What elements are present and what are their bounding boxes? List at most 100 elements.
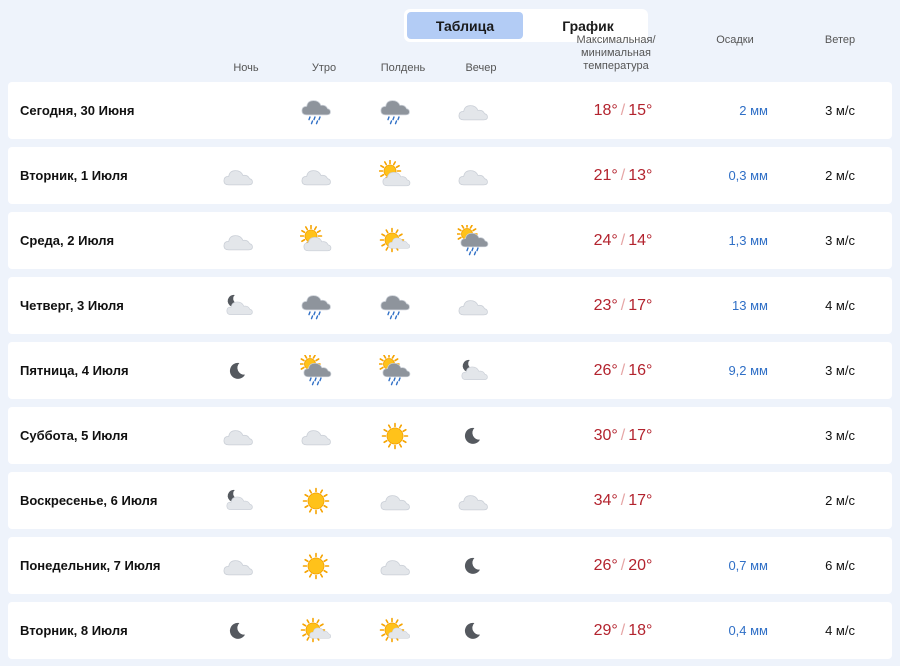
forecast-row: Вторник, 8 Июля 29°/18° 0,4 мм 4 м/с (8, 602, 892, 659)
sun-icon (300, 485, 332, 517)
temp-min: 15° (628, 101, 653, 119)
row-precipitation: 1,3 мм (728, 233, 768, 248)
row-date: Понедельник, 7 Июля (20, 558, 161, 573)
header-wind: Ветер (824, 34, 856, 46)
sun-cloud-rain-icon (299, 353, 332, 387)
forecast-row: Понедельник, 7 Июля 26°/20° 0,7 мм 6 м/с (8, 537, 892, 594)
forecast-row: Сегодня, 30 Июня 18°/15° 2 мм 3 м/с (8, 82, 892, 139)
sun-cloud-small-icon (379, 615, 411, 647)
moon-icon (222, 615, 254, 647)
header-evening: Вечер (465, 62, 497, 74)
row-date: Среда, 2 Июля (20, 233, 115, 248)
cloud-icon (222, 420, 254, 452)
cloud-rain-icon (379, 290, 411, 322)
row-date: Вторник, 8 Июля (20, 623, 128, 638)
sun-cloud-icon (378, 159, 411, 192)
sun-icon (300, 550, 332, 582)
sun-cloud-icon (299, 224, 332, 257)
row-temperature: 30°/17° (593, 426, 653, 444)
temp-max: 34° (593, 491, 618, 509)
row-precipitation: 0,7 мм (728, 558, 768, 573)
row-wind: 3 м/с (825, 428, 855, 443)
cloud-rain-icon (379, 95, 411, 127)
sun-icon (379, 420, 411, 452)
cloud-icon (379, 485, 411, 517)
row-precipitation: 9,2 мм (728, 363, 768, 378)
temp-max: 26° (593, 361, 618, 379)
forecast-row: Среда, 2 Июля 24°/14° 1,3 мм 3 м/с (8, 212, 892, 269)
temp-min: 17° (628, 296, 653, 314)
row-wind: 3 м/с (825, 233, 855, 248)
cloud-icon (222, 225, 254, 257)
row-wind: 3 м/с (825, 363, 855, 378)
row-wind: 2 м/с (825, 493, 855, 508)
row-date: Воскресенье, 6 Июля (20, 493, 158, 508)
cloud-icon (300, 420, 332, 452)
header-precipitation: Осадки (716, 34, 754, 46)
row-wind: 4 м/с (825, 298, 855, 313)
temp-max: 21° (593, 166, 618, 184)
row-temperature: 26°/16° (593, 361, 653, 379)
cloud-icon (457, 95, 489, 127)
temp-max: 18° (593, 101, 618, 119)
row-precipitation (698, 472, 768, 529)
temp-max: 23° (593, 296, 618, 314)
row-date: Пятница, 4 Июля (20, 363, 129, 378)
cloud-rain-icon (300, 290, 332, 322)
header-noon: Полдень (380, 62, 426, 74)
row-temperature: 21°/13° (593, 166, 653, 184)
row-date: Сегодня, 30 Июня (20, 103, 135, 118)
temp-max: 26° (593, 556, 618, 574)
temp-min: 18° (628, 621, 653, 639)
row-precipitation: 0,3 мм (728, 168, 768, 183)
sun-cloud-small-icon (300, 615, 332, 647)
row-temperature: 23°/17° (593, 296, 653, 314)
sun-cloud-rain-icon (378, 353, 411, 387)
header-night: Ночь (233, 62, 259, 74)
temp-min: 17° (628, 491, 653, 509)
temp-min: 17° (628, 426, 653, 444)
forecast-row: Пятница, 4 Июля 26°/16° 9,2 мм 3 м/с (8, 342, 892, 399)
row-temperature: 24°/14° (593, 231, 653, 249)
cloud-icon (300, 160, 332, 192)
temp-min: 20° (628, 556, 653, 574)
cloud-icon (222, 550, 254, 582)
moon-cloud-icon (222, 485, 254, 517)
cloud-icon (379, 550, 411, 582)
temp-min: 14° (628, 231, 653, 249)
row-precipitation: 13 мм (732, 298, 768, 313)
forecast-row: Воскресенье, 6 Июля 34°/17° 2 м/с (8, 472, 892, 529)
row-temperature: 29°/18° (593, 621, 653, 639)
moon-icon (222, 355, 254, 387)
row-date: Вторник, 1 Июля (20, 168, 128, 183)
row-date: Суббота, 5 Июля (20, 428, 128, 443)
temp-max: 29° (593, 621, 618, 639)
row-precipitation: 2 мм (739, 103, 768, 118)
row-wind: 4 м/с (825, 623, 855, 638)
temp-min: 16° (628, 361, 653, 379)
cloud-icon (222, 160, 254, 192)
sun-cloud-small-icon (379, 225, 411, 257)
row-wind: 6 м/с (825, 558, 855, 573)
forecast-row: Вторник, 1 Июля 21°/13° 0,3 мм 2 м/с (8, 147, 892, 204)
forecast-row: Суббота, 5 Июля 30°/17° 3 м/с (8, 407, 892, 464)
moon-icon (457, 420, 489, 452)
row-temperature: 26°/20° (593, 556, 653, 574)
row-wind: 3 м/с (825, 103, 855, 118)
moon-cloud-icon (457, 355, 489, 387)
temp-max: 30° (593, 426, 618, 444)
row-temperature: 34°/17° (593, 491, 653, 509)
row-date: Четверг, 3 Июля (20, 298, 124, 313)
cloud-icon (457, 485, 489, 517)
row-wind: 2 м/с (825, 168, 855, 183)
forecast-row: Четверг, 3 Июля 23°/17° 13 мм 4 м/с (8, 277, 892, 334)
row-precipitation: 0,4 мм (728, 623, 768, 638)
row-precipitation (698, 407, 768, 464)
row-temperature: 18°/15° (593, 101, 653, 119)
moon-icon (457, 615, 489, 647)
header-temperature: Максимальная/ минимальная температура (576, 34, 656, 72)
cloud-icon (457, 290, 489, 322)
moon-icon (457, 550, 489, 582)
tab-table[interactable]: Таблица (407, 12, 523, 39)
sun-cloud-rain-icon (456, 223, 489, 257)
